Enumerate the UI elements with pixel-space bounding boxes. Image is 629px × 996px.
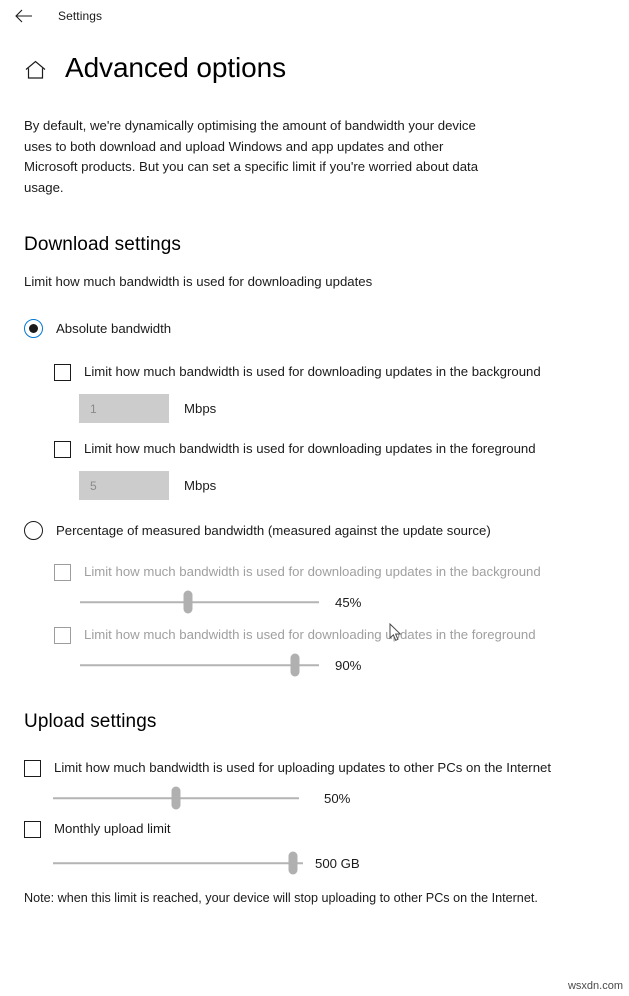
checkbox-absolute-foreground[interactable]: Limit how much bandwidth is used for dow…	[54, 440, 615, 458]
checkbox-upload-limit-bandwidth-box[interactable]	[24, 760, 41, 777]
checkbox-absolute-foreground-label: Limit how much bandwidth is used for dow…	[84, 441, 536, 456]
field-row-absolute-foreground: 5 Mbps	[79, 471, 615, 500]
download-settings-heading: Download settings	[24, 234, 181, 255]
checkbox-absolute-foreground-box[interactable]	[54, 441, 71, 458]
radio-absolute-bandwidth[interactable]: Absolute bandwidth	[24, 319, 615, 338]
slider-monthly-upload-limit-track	[53, 862, 303, 864]
checkbox-percentage-foreground-label: Limit how much bandwidth is used for dow…	[84, 627, 536, 642]
slider-percentage-foreground-value: 90%	[335, 657, 362, 673]
slider-row-percentage-background: 45%	[80, 589, 615, 615]
slider-row-monthly-upload-limit: 500 GB	[53, 850, 615, 876]
checkbox-monthly-upload-limit-label: Monthly upload limit	[54, 821, 171, 836]
checkbox-absolute-background[interactable]: Limit how much bandwidth is used for dow…	[54, 363, 615, 381]
upload-limit-note: Note: when this limit is reached, your d…	[24, 891, 538, 905]
input-absolute-background-mbps[interactable]: 1	[79, 394, 169, 423]
checkbox-percentage-background-label: Limit how much bandwidth is used for dow…	[84, 564, 541, 579]
checkbox-absolute-background-box[interactable]	[54, 364, 71, 381]
checkbox-percentage-background-box[interactable]	[54, 564, 71, 581]
slider-percentage-foreground[interactable]	[80, 652, 319, 678]
slider-percentage-background-value: 45%	[335, 594, 362, 610]
slider-monthly-upload-limit[interactable]	[53, 850, 303, 876]
upload-settings-heading: Upload settings	[24, 711, 157, 732]
checkbox-upload-limit-bandwidth-label: Limit how much bandwidth is used for upl…	[54, 760, 552, 775]
title-bar: Settings	[0, 0, 629, 32]
back-arrow-icon	[15, 9, 33, 23]
page-header: Advanced options	[0, 54, 629, 82]
checkbox-monthly-upload-limit-box[interactable]	[24, 821, 41, 838]
input-absolute-foreground-mbps[interactable]: 5	[79, 471, 169, 500]
page-title: Advanced options	[65, 52, 287, 83]
site-watermark: wsxdn.com	[567, 980, 623, 992]
unit-absolute-foreground: Mbps	[184, 478, 217, 493]
slider-percentage-background[interactable]	[80, 589, 319, 615]
download-settings-subtitle: Limit how much bandwidth is used for dow…	[24, 274, 373, 289]
slider-row-upload-bandwidth: 50%	[53, 785, 615, 811]
checkbox-monthly-upload-limit[interactable]: Monthly upload limit	[24, 820, 615, 838]
radio-percentage-bandwidth-icon[interactable]	[24, 521, 43, 540]
field-row-absolute-background: 1 Mbps	[79, 394, 615, 423]
radio-absolute-bandwidth-icon[interactable]	[24, 319, 43, 338]
radio-absolute-bandwidth-label: Absolute bandwidth	[56, 321, 172, 336]
radio-percentage-bandwidth-label: Percentage of measured bandwidth (measur…	[56, 523, 491, 538]
slider-upload-bandwidth-value: 50%	[324, 790, 351, 806]
checkbox-absolute-background-label: Limit how much bandwidth is used for dow…	[84, 364, 541, 379]
slider-percentage-foreground-thumb[interactable]	[290, 653, 300, 677]
slider-row-percentage-foreground: 90%	[80, 652, 615, 678]
slider-upload-bandwidth[interactable]	[53, 785, 299, 811]
slider-percentage-background-track	[80, 601, 319, 603]
slider-upload-bandwidth-thumb[interactable]	[171, 786, 181, 810]
radio-percentage-bandwidth[interactable]: Percentage of measured bandwidth (measur…	[24, 521, 615, 540]
slider-percentage-foreground-track	[80, 664, 319, 666]
back-button[interactable]	[10, 3, 38, 29]
app-name: Settings	[58, 9, 103, 23]
intro-paragraph: By default, we're dynamically optimising…	[24, 118, 479, 195]
unit-absolute-background: Mbps	[184, 401, 217, 416]
checkbox-percentage-background[interactable]: Limit how much bandwidth is used for dow…	[54, 563, 615, 581]
checkbox-percentage-foreground[interactable]: Limit how much bandwidth is used for dow…	[54, 626, 615, 644]
slider-monthly-upload-limit-value: 500 GB	[315, 855, 360, 871]
slider-percentage-background-thumb[interactable]	[183, 590, 193, 614]
home-icon[interactable]	[23, 56, 47, 80]
content-area: By default, we're dynamically optimising…	[0, 116, 629, 907]
checkbox-percentage-foreground-box[interactable]	[54, 627, 71, 644]
slider-monthly-upload-limit-thumb[interactable]	[288, 851, 298, 875]
checkbox-upload-limit-bandwidth[interactable]: Limit how much bandwidth is used for upl…	[24, 759, 615, 777]
